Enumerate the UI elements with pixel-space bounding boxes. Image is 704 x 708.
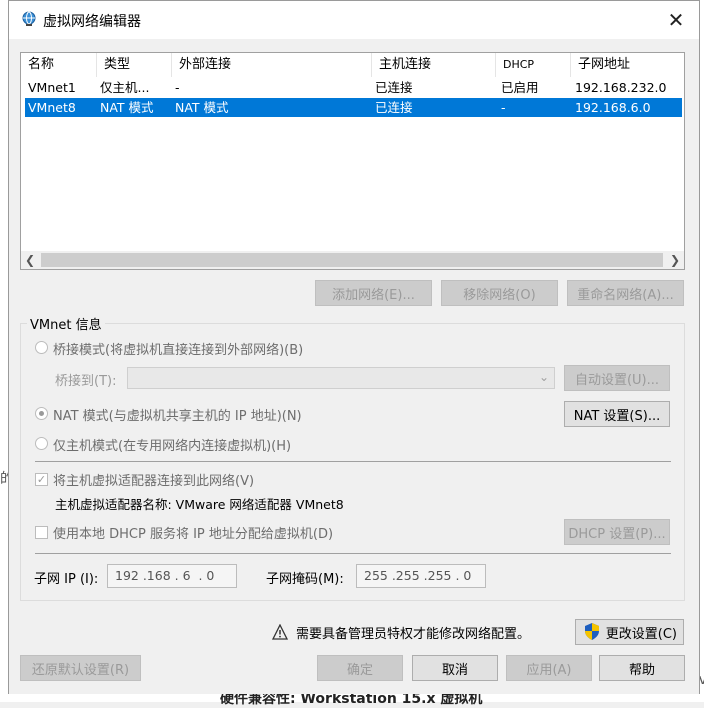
subnet-mask-input[interactable]: 255 .255 .255 . 0: [356, 564, 486, 588]
close-button[interactable]: ✕: [653, 1, 699, 39]
remove-network-button[interactable]: 移除网络(O): [441, 280, 558, 306]
subnet-ip-label: 子网 IP (I):: [34, 572, 99, 587]
nat-mode-radio[interactable]: [35, 407, 48, 420]
subnet-mask-label: 子网掩码(M):: [266, 572, 344, 587]
cell-external: -: [175, 80, 180, 95]
horizontal-scrollbar[interactable]: ❮ ❯: [21, 251, 684, 269]
change-settings-label: 更改设置(C): [605, 626, 677, 642]
cell-subnet: 192.168.6.0: [575, 100, 651, 115]
divider: [35, 553, 671, 554]
connect-adapter-label: 将主机虚拟适配器连接到此网络(V): [53, 474, 255, 489]
host-only-mode-label: 仅主机模式(在专用网络内连接虚拟机)(H): [53, 439, 292, 454]
cell-host: 已连接: [375, 80, 413, 95]
add-network-button[interactable]: 添加网络(E)...: [315, 280, 432, 306]
restore-defaults-button[interactable]: 还原默认设置(R): [20, 655, 141, 681]
bridge-mode-radio[interactable]: [35, 341, 48, 354]
cell-name: VMnet1: [28, 80, 76, 95]
cancel-button[interactable]: 取消: [412, 655, 498, 681]
network-list-header: 名称 类型 外部连接 主机连接 DHCP 子网地址: [21, 53, 684, 77]
auto-settings-button[interactable]: 自动设置(U)...: [564, 365, 670, 391]
scroll-left-icon[interactable]: ❮: [21, 251, 39, 269]
cell-external: NAT 模式: [175, 100, 229, 115]
virtual-network-editor-dialog: 虚拟网络编辑器 ✕ 名称 类型 外部连接 主机连接 DHCP 子网地址 VMne…: [8, 0, 700, 694]
cell-dhcp: 已启用: [501, 80, 539, 95]
chevron-down-icon: ⌄: [538, 370, 549, 384]
cell-type: NAT 模式: [100, 100, 154, 115]
table-row-selected[interactable]: VMnet8 NAT 模式 NAT 模式 已连接 - 192.168.6.0: [25, 98, 682, 117]
column-header-type[interactable]: 类型: [97, 53, 172, 77]
warning-icon: [272, 624, 288, 640]
use-dhcp-label: 使用本地 DHCP 服务将 IP 地址分配给虚拟机(D): [53, 527, 334, 542]
bridge-mode-label: 桥接模式(将虚拟机直接连接到外部网络)(B): [53, 343, 304, 358]
subnet-ip-input[interactable]: 192 .168 . 6 . 0: [107, 564, 237, 588]
cell-dhcp: -: [501, 100, 506, 115]
table-row[interactable]: VMnet1 仅主机... - 已连接 已启用 192.168.232.0: [25, 78, 682, 97]
title-bar[interactable]: 虚拟网络编辑器 ✕: [9, 1, 699, 39]
ok-button[interactable]: 确定: [317, 655, 403, 681]
network-globe-icon: [22, 11, 36, 26]
scrollbar-thumb[interactable]: [41, 253, 663, 267]
nat-settings-button[interactable]: NAT 设置(S)...: [564, 401, 670, 427]
column-header-host[interactable]: 主机连接: [372, 53, 496, 77]
uac-shield-icon: [585, 623, 599, 640]
bridge-to-dropdown[interactable]: ⌄: [127, 367, 555, 389]
apply-button[interactable]: 应用(A): [506, 655, 592, 681]
use-dhcp-checkbox[interactable]: [35, 526, 48, 539]
network-list[interactable]: 名称 类型 外部连接 主机连接 DHCP 子网地址 VMnet1 仅主机... …: [20, 52, 685, 270]
column-header-name[interactable]: 名称: [21, 53, 97, 77]
help-button[interactable]: 帮助: [599, 655, 685, 681]
dhcp-settings-button[interactable]: DHCP 设置(P)...: [564, 519, 670, 545]
connect-adapter-checkbox[interactable]: ✓: [35, 473, 48, 486]
vmnet-info-title: VMnet 信息: [27, 314, 105, 333]
column-header-dhcp[interactable]: DHCP: [496, 53, 571, 77]
column-header-external[interactable]: 外部连接: [172, 53, 372, 77]
nat-mode-label: NAT 模式(与虚拟机共享主机的 IP 地址)(N): [53, 409, 302, 424]
rename-network-button[interactable]: 重命名网络(A)...: [567, 280, 684, 306]
cell-name: VMnet8: [28, 100, 76, 115]
scroll-right-icon[interactable]: ❯: [666, 251, 684, 269]
host-only-mode-radio[interactable]: [35, 437, 48, 450]
cell-host: 已连接: [375, 100, 413, 115]
adapter-name-label: 主机虚拟适配器名称: VMware 网络适配器 VMnet8: [55, 497, 344, 512]
cell-type: 仅主机...: [100, 80, 150, 95]
admin-warning-text: 需要具备管理员特权才能修改网络配置。: [296, 627, 531, 642]
cell-subnet: 192.168.232.0: [575, 80, 667, 95]
dialog-client-area: 名称 类型 外部连接 主机连接 DHCP 子网地址 VMnet1 仅主机... …: [9, 39, 699, 694]
column-header-subnet[interactable]: 子网地址: [571, 53, 684, 77]
bridge-to-label: 桥接到(T):: [55, 374, 117, 389]
divider: [35, 461, 671, 462]
dialog-title: 虚拟网络编辑器: [43, 14, 141, 30]
